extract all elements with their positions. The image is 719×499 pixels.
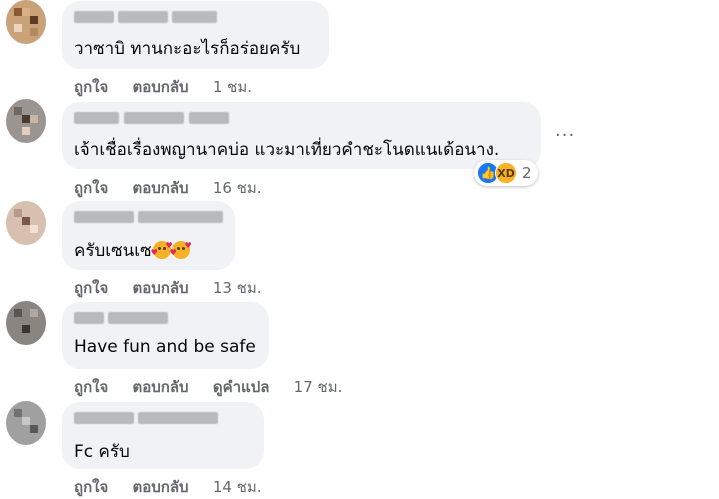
reply-link[interactable]: ตอบกลับ — [133, 176, 189, 200]
comment-bubble: เจ้าเชื่อเรื่องพญานาคบ่อ แวะมาเที่ยวคำชะ… — [62, 102, 541, 169]
timestamp[interactable]: 14 ชม. — [213, 475, 262, 499]
comment-text: ครับเซนเซ ♥ ♥ ♥ ♥ — [74, 237, 192, 264]
avatar[interactable] — [6, 99, 46, 143]
haha-icon: XD — [495, 162, 517, 184]
reaction-summary[interactable]: 👍 XD 2 — [474, 160, 538, 186]
smiling-face-with-hearts-icon: ♥ ♥ — [169, 241, 192, 259]
avatar[interactable] — [6, 201, 46, 245]
avatar[interactable] — [6, 0, 46, 44]
comment-text: เจ้าเชื่อเรื่องพญานาคบ่อ แวะมาเที่ยวคำชะ… — [74, 140, 500, 160]
comment-text: Fc ครับ — [74, 442, 130, 462]
comment-text: วาซาบิ ทานกะอะไรก็อร่อยครับ — [74, 39, 301, 59]
reply-link[interactable]: ตอบกลับ — [133, 75, 189, 99]
timestamp[interactable]: 13 ชม. — [213, 276, 262, 300]
comment-bubble: Fc ครับ — [62, 402, 264, 469]
comment-actions: ถูกใจ ตอบกลับ 14 ชม. — [74, 475, 281, 499]
comment-bubble: Have fun and be safe — [62, 302, 269, 369]
timestamp[interactable]: 17 ชม. — [294, 375, 343, 399]
comment-actions: ถูกใจ ตอบกลับ ดูคำแปล 17 ชม. — [74, 375, 361, 399]
like-link[interactable]: ถูกใจ — [74, 176, 108, 200]
comment-bubble: ครับเซนเซ ♥ ♥ ♥ ♥ — [62, 201, 235, 270]
avatar[interactable] — [6, 401, 46, 445]
comment-actions: ถูกใจ ตอบกลับ 1 ชม. — [74, 75, 271, 99]
reply-link[interactable]: ตอบกลับ — [133, 475, 189, 499]
comment-actions: ถูกใจ ตอบกลับ 16 ชม. — [74, 176, 281, 200]
avatar[interactable] — [6, 301, 46, 345]
like-link[interactable]: ถูกใจ — [74, 375, 108, 399]
timestamp[interactable]: 1 ชม. — [213, 75, 252, 99]
commenter-name-redacted[interactable] — [74, 112, 529, 124]
comment-text: Have fun and be safe — [74, 337, 256, 357]
see-translation-link[interactable]: ดูคำแปล — [213, 375, 270, 399]
smiling-face-with-hearts-icon: ♥ ♥ — [150, 241, 173, 259]
commenter-name-redacted[interactable] — [74, 11, 317, 23]
commenter-name-redacted[interactable] — [74, 312, 257, 324]
comment-text-content: ครับเซนเซ — [74, 241, 152, 261]
more-options-icon[interactable]: ··· — [555, 125, 575, 146]
like-link[interactable]: ถูกใจ — [74, 276, 108, 300]
timestamp[interactable]: 16 ชม. — [213, 176, 262, 200]
reply-link[interactable]: ตอบกลับ — [133, 375, 189, 399]
like-link[interactable]: ถูกใจ — [74, 475, 108, 499]
reply-link[interactable]: ตอบกลับ — [133, 276, 189, 300]
comment-bubble: วาซาบิ ทานกะอะไรก็อร่อยครับ — [62, 1, 329, 69]
commenter-name-redacted[interactable] — [74, 211, 223, 223]
commenter-name-redacted[interactable] — [74, 412, 252, 424]
comment-actions: ถูกใจ ตอบกลับ 13 ชม. — [74, 276, 281, 300]
like-link[interactable]: ถูกใจ — [74, 75, 108, 99]
reaction-count: 2 — [522, 164, 532, 182]
